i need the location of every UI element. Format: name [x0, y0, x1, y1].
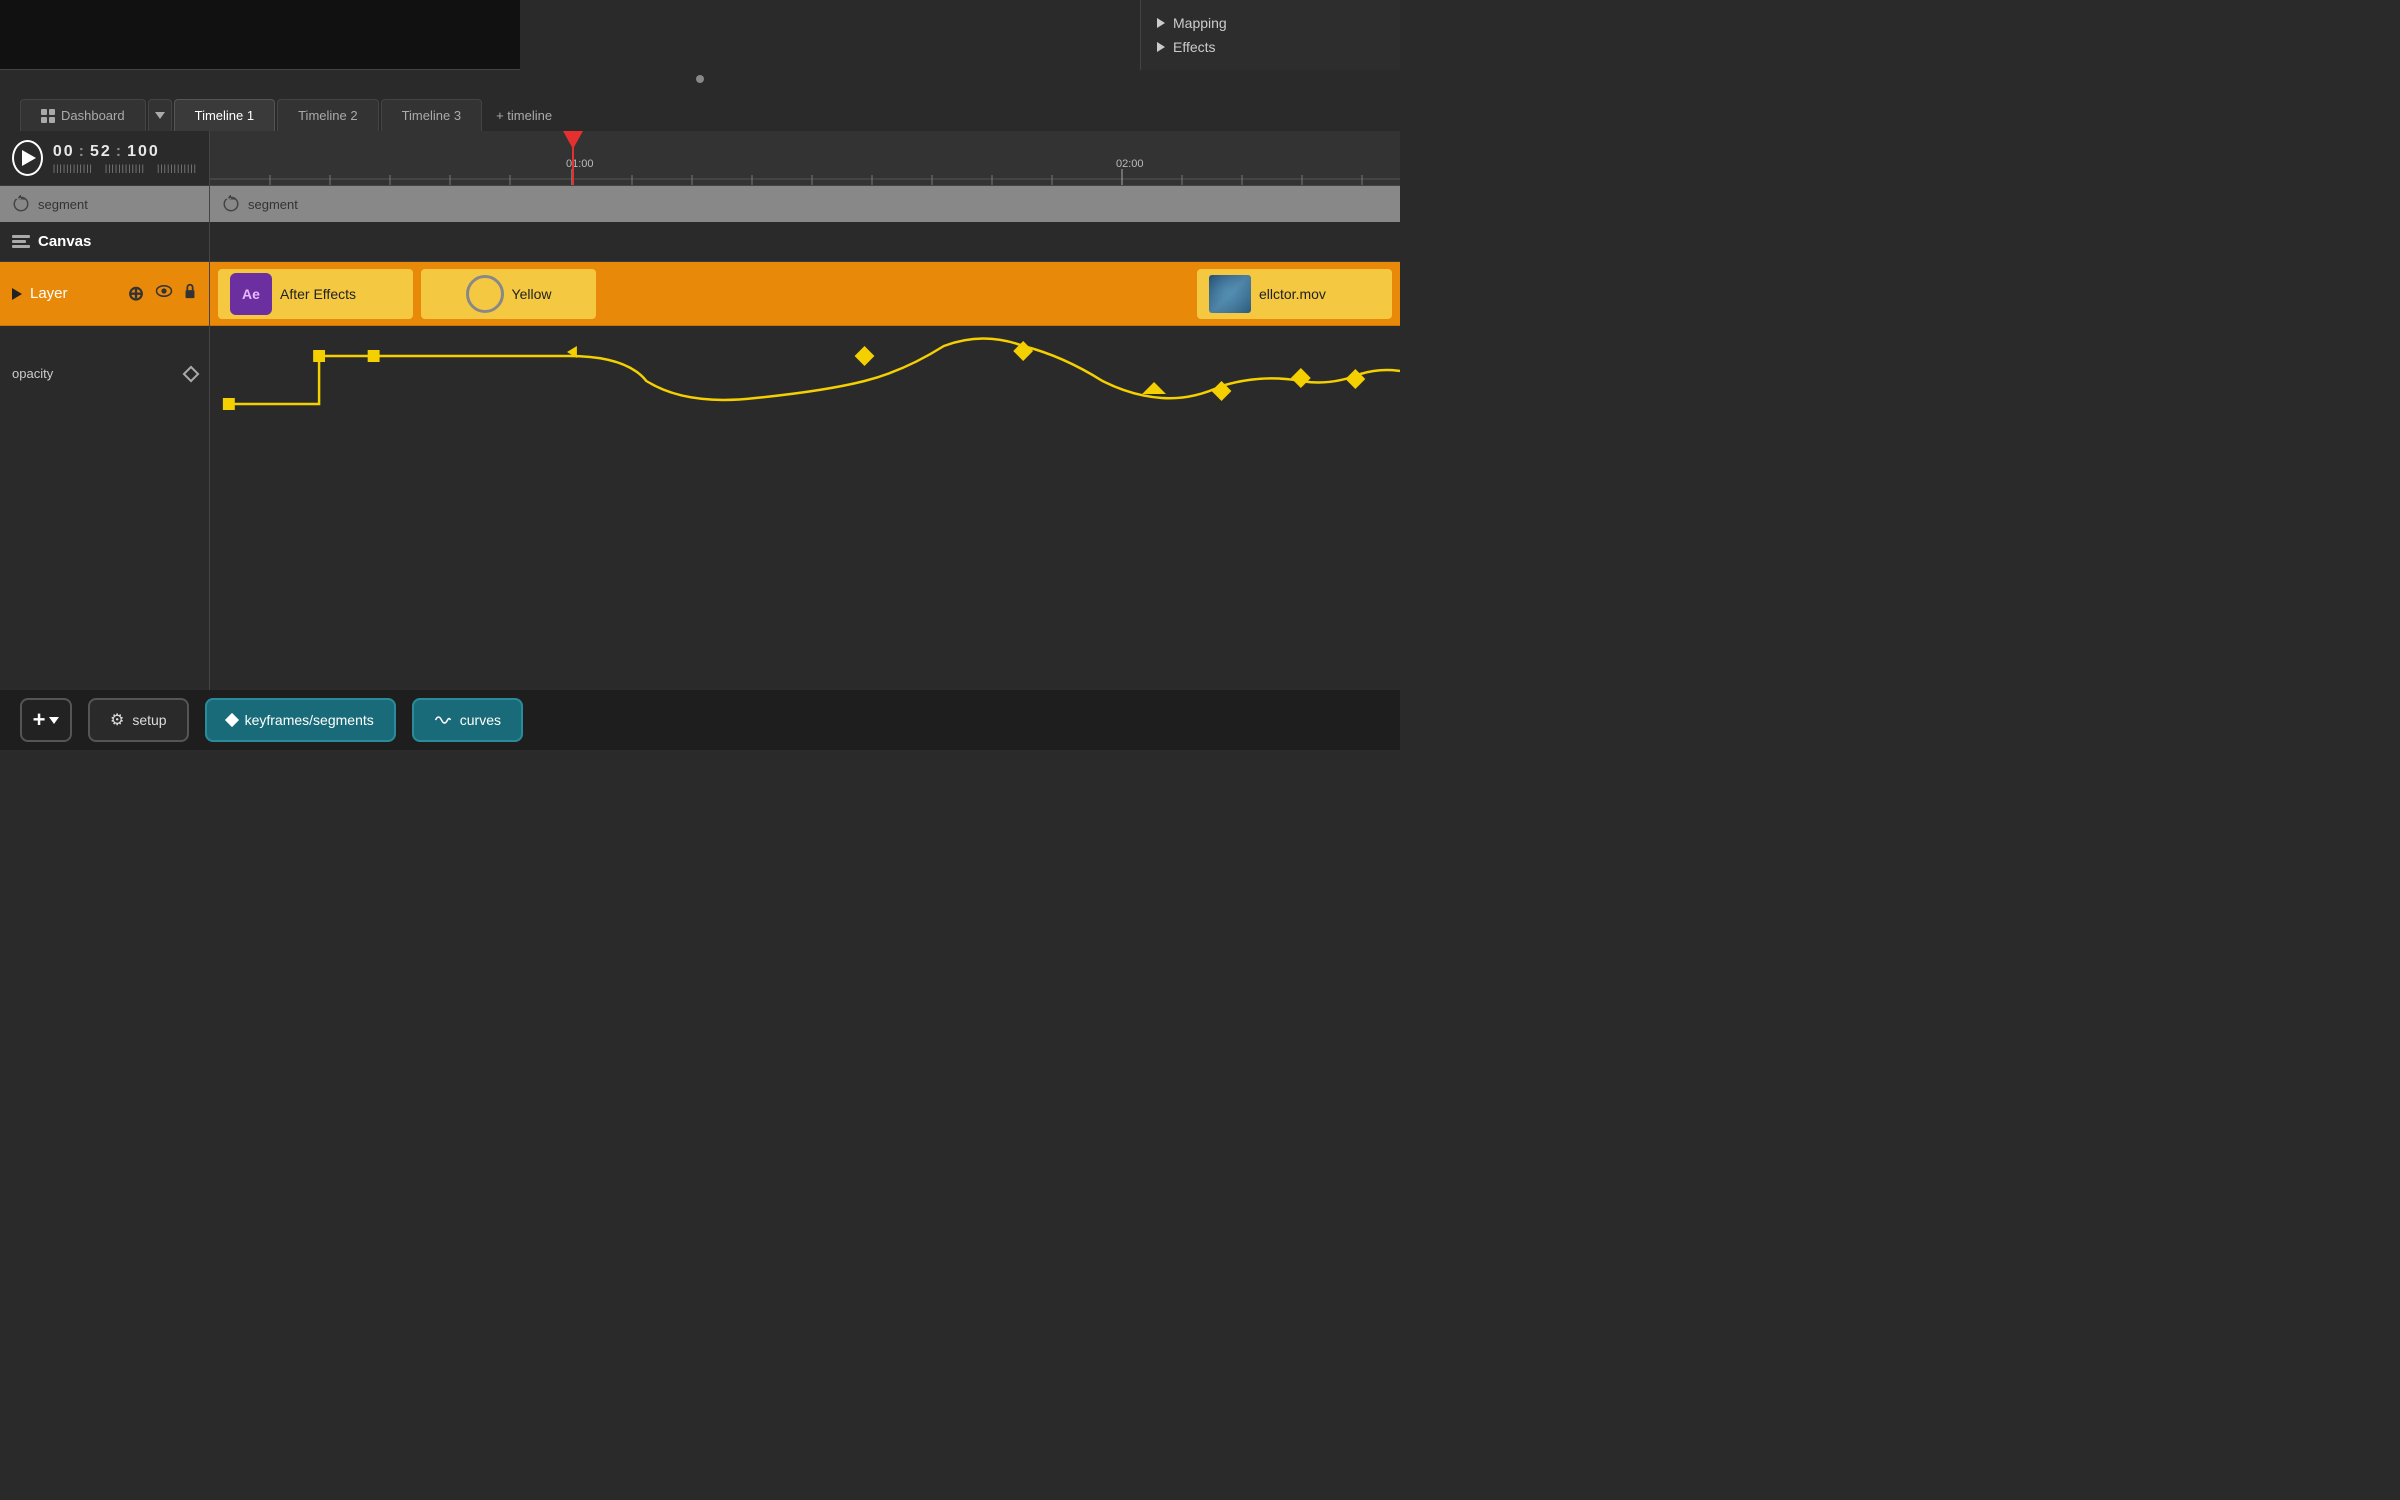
- ruler-ticks-svg: 01:00 02:00: [210, 131, 1400, 186]
- tab-timeline1-label: Timeline 1: [195, 108, 254, 123]
- tab-timeline2[interactable]: Timeline 2: [277, 99, 378, 131]
- tab-dropdown-btn[interactable]: [148, 99, 172, 131]
- yellow-clip-label: Yellow: [512, 286, 552, 302]
- play-icon: [22, 150, 36, 166]
- time-ruler: 01:00 02:00: [210, 131, 1400, 186]
- tab-timeline1[interactable]: Timeline 1: [174, 99, 275, 131]
- setup-gear-icon: ⚙: [110, 710, 124, 730]
- clip-after-effects[interactable]: Ae After Effects: [218, 269, 413, 319]
- mov-clip-label: ellctor.mov: [1259, 286, 1326, 302]
- add-dropdown-icon: [49, 717, 59, 724]
- layer-lock-icon[interactable]: [183, 283, 197, 304]
- opacity-row-left: opacity: [0, 326, 209, 421]
- curves-button[interactable]: curves: [412, 698, 523, 742]
- timecode-display: 00 : 52 : 100: [53, 143, 197, 161]
- curves-label: curves: [460, 712, 501, 728]
- effects-item[interactable]: Effects: [1157, 39, 1384, 55]
- effects-expand-icon: [1157, 42, 1165, 52]
- timecode-sub-marks: |||||||||||| |||||||||||| ||||||||||||: [53, 163, 197, 173]
- mapping-expand-icon: [1157, 18, 1165, 28]
- playhead-line: [572, 131, 574, 186]
- svg-text:01:00: 01:00: [566, 158, 594, 170]
- timecode-frames: 100: [127, 143, 160, 161]
- add-icon: +: [33, 709, 46, 731]
- segment-label-row: segment: [0, 186, 209, 222]
- keyframe-area: [210, 326, 1400, 421]
- add-timeline-label: + timeline: [496, 108, 552, 123]
- setup-button[interactable]: ⚙ setup: [88, 698, 189, 742]
- timecode-sep2: :: [116, 143, 123, 161]
- segment-track: segment: [210, 186, 1400, 222]
- curves-wave-icon: [434, 712, 452, 728]
- layer-name: Layer: [30, 285, 119, 302]
- mov-thumbnail: [1209, 275, 1251, 313]
- add-timeline-btn[interactable]: + timeline: [484, 99, 564, 131]
- setup-label: setup: [132, 712, 166, 728]
- svg-text:02:00: 02:00: [1116, 158, 1144, 170]
- segment-icon: [12, 195, 30, 213]
- canvas-header-right: [210, 222, 1400, 262]
- timeline-right-panel: 01:00 02:00: [210, 131, 1400, 690]
- clip-yellow[interactable]: Yellow: [421, 269, 596, 319]
- layer-expand-icon: [12, 288, 22, 300]
- canvas-label: Canvas: [38, 233, 91, 250]
- scroll-dot: [696, 75, 704, 83]
- tab-dashboard[interactable]: Dashboard: [20, 99, 146, 131]
- canvas-header: Canvas: [0, 222, 209, 262]
- ae-clip-label: After Effects: [280, 286, 356, 302]
- segment-track-label: segment: [248, 197, 298, 212]
- layer-clips-row: Ae After Effects Yellow ellctor.mov: [210, 262, 1400, 326]
- tab-timeline3-label: Timeline 3: [402, 108, 461, 123]
- play-button[interactable]: [12, 140, 43, 176]
- clip-mov[interactable]: ellctor.mov: [1197, 269, 1392, 319]
- effects-label: Effects: [1173, 39, 1216, 55]
- tabs-row: Dashboard Timeline 1 Timeline 2 Timeline…: [0, 93, 1400, 131]
- timeline-left-panel: 00 : 52 : 100 |||||||||||| |||||||||||| …: [0, 131, 210, 690]
- keyframe-curve-svg: [210, 326, 1400, 421]
- preview-area: [0, 0, 520, 70]
- bottom-toolbar: + ⚙ setup keyframes/segments curves: [0, 690, 1400, 750]
- tab-timeline2-label: Timeline 2: [298, 108, 357, 123]
- add-layer-button[interactable]: +: [20, 698, 72, 742]
- mapping-label: Mapping: [1173, 15, 1227, 31]
- transport-row: 00 : 52 : 100 |||||||||||| |||||||||||| …: [0, 131, 209, 186]
- opacity-label: opacity: [12, 366, 53, 381]
- yellow-circle-icon: [466, 275, 504, 313]
- layer-add-icon[interactable]: ⊕: [127, 285, 145, 303]
- timeline-container: 00 : 52 : 100 |||||||||||| |||||||||||| …: [0, 131, 1400, 690]
- segment-track-icon: [222, 195, 240, 213]
- timecode-minutes: 52: [90, 143, 112, 161]
- keyframes-button[interactable]: keyframes/segments: [205, 698, 396, 742]
- right-panel: Mapping Effects: [1140, 0, 1400, 70]
- timecode-sep1: :: [79, 143, 86, 161]
- ae-icon: Ae: [230, 273, 272, 315]
- layers-icon: [12, 235, 30, 248]
- timecode-hours: 00: [53, 143, 75, 161]
- segment-text: segment: [38, 197, 88, 212]
- keyframes-diamond-icon: [225, 713, 239, 727]
- tab-dashboard-label: Dashboard: [61, 108, 125, 123]
- opacity-keyframe-diamond[interactable]: [183, 365, 200, 382]
- layer-row-left: Layer ⊕: [0, 262, 209, 326]
- layer-visibility-icon[interactable]: [155, 284, 173, 303]
- layer-icons: ⊕: [127, 283, 197, 304]
- tab-timeline3[interactable]: Timeline 3: [381, 99, 482, 131]
- dropdown-arrow-icon: [155, 112, 165, 119]
- keyframes-label: keyframes/segments: [245, 712, 374, 728]
- mapping-item[interactable]: Mapping: [1157, 15, 1384, 31]
- dashboard-grid-icon: [41, 109, 55, 123]
